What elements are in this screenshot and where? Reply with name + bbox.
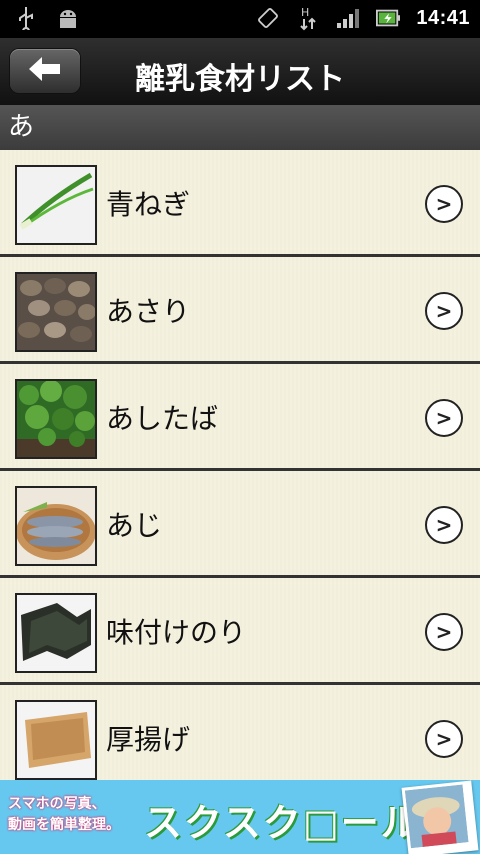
clock: 14:41 — [416, 6, 470, 29]
ad-tagline: スマホの写真、 動画を簡単整理。 — [8, 794, 120, 836]
list-item[interactable]: あさり > — [0, 257, 480, 364]
rotate-icon — [256, 6, 280, 30]
chevron-right-icon: > — [425, 292, 463, 330]
item-label: 青ねぎ — [106, 188, 191, 221]
chevron-right-icon: > — [425, 399, 463, 437]
chevron-right-icon: > — [425, 613, 463, 651]
seasoned-nori-thumbnail — [15, 593, 97, 673]
signal-icon — [336, 6, 360, 30]
page-title: 離乳食材リスト — [135, 62, 345, 97]
android-debug-icon — [56, 6, 80, 30]
horse-mackerel-thumbnail — [15, 486, 97, 566]
svg-text:H: H — [301, 6, 309, 19]
battery-icon — [376, 6, 401, 30]
ad-line2: 動画を簡単整理。 — [8, 817, 120, 833]
list-item[interactable]: あしたば > — [0, 364, 480, 471]
food-list: 青ねぎ > あさり > あしたば > あじ > 味付けのり > 厚揚げ > — [0, 150, 480, 780]
item-label: あじ — [106, 509, 163, 542]
title-bar: 離乳食材リスト — [0, 38, 480, 106]
list-item[interactable]: 厚揚げ > — [0, 685, 480, 780]
list-item[interactable]: あじ > — [0, 471, 480, 578]
ad-banner[interactable]: スマホの写真、 動画を簡単整理。 スクスク□ール — [0, 780, 480, 854]
ad-line1: スマホの写真、 — [8, 796, 106, 812]
status-bar: H 14:41 — [0, 0, 480, 38]
chevron-right-icon: > — [425, 506, 463, 544]
ashitaba-thumbnail — [15, 379, 97, 459]
ad-photo-icon — [401, 780, 479, 854]
data-transfer-icon: H — [296, 6, 320, 31]
item-label: 厚揚げ — [106, 723, 191, 756]
section-header: あ — [0, 105, 480, 150]
item-label: 味付けのり — [106, 616, 247, 649]
usb-icon — [14, 6, 38, 30]
chevron-right-icon: > — [425, 185, 463, 223]
item-label: あしたば — [106, 402, 219, 435]
list-item[interactable]: 青ねぎ > — [0, 150, 480, 257]
item-label: あさり — [106, 295, 191, 328]
ad-brand: スクスク□ール — [144, 801, 421, 845]
clams-thumbnail — [15, 272, 97, 352]
list-item[interactable]: 味付けのり > — [0, 578, 480, 685]
fried-tofu-thumbnail — [15, 700, 97, 780]
chevron-right-icon: > — [425, 720, 463, 758]
green-onion-thumbnail — [15, 165, 97, 245]
